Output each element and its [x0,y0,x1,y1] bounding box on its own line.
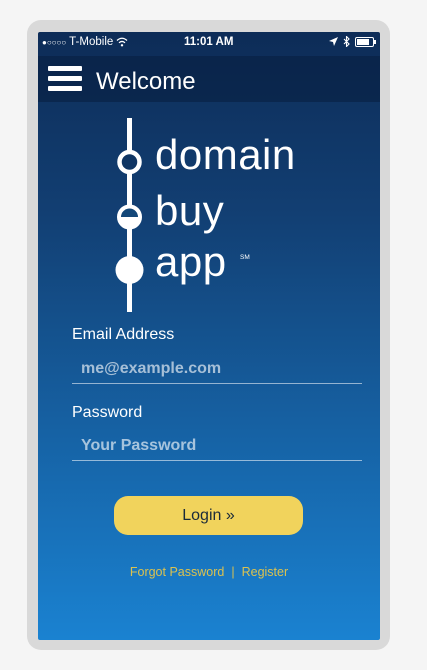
forgot-password-link[interactable]: Forgot Password [130,565,224,579]
logo-word-app: app [155,238,227,285]
hamburger-menu-icon[interactable] [48,66,82,92]
bluetooth-icon [343,36,350,47]
location-arrow-icon [329,37,338,46]
password-label: Password [72,404,143,421]
carrier-info: ●○○○○ T-Mobile [42,36,128,48]
service-mark: SM [240,254,250,261]
domain-buy-app-logo: domain buy app SM [106,114,326,314]
status-bar: ●○○○○ T-Mobile 11:01 AM [38,32,380,56]
logo-mark-icon [115,118,144,312]
nav-bar: Welcome [38,56,380,102]
login-button[interactable]: Login » [114,496,303,535]
email-field[interactable] [72,354,362,384]
carrier-name: T-Mobile [69,36,114,48]
page-title: Welcome [96,68,196,95]
signal-strength-icon: ●○○○○ [42,37,67,47]
app-screen: ●○○○○ T-Mobile 11:01 AM Welcome domain b… [38,32,380,640]
email-label: Email Address [72,326,175,343]
status-right-icons [329,36,376,47]
register-link[interactable]: Register [242,565,289,579]
password-field[interactable] [72,431,362,461]
auth-links: Forgot Password | Register [38,565,380,579]
battery-icon [355,36,376,47]
logo-word-domain: domain [155,131,296,178]
link-separator: | [231,565,235,579]
logo-word-buy: buy [155,187,225,234]
wifi-icon [116,37,128,47]
status-time: 11:01 AM [184,36,234,48]
